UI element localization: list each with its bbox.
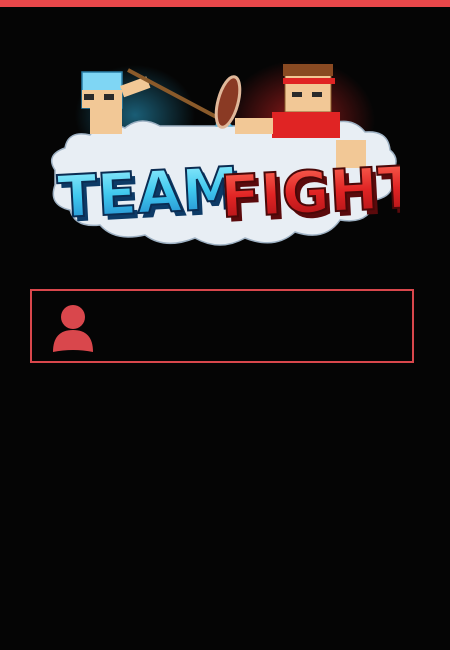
username-input[interactable]	[112, 303, 402, 349]
logo-word-fight: FIGHT	[219, 153, 400, 231]
top-accent-bar	[0, 0, 450, 7]
team-fight-logo: TEAM TEAM FIGHT FIGHT	[40, 60, 400, 265]
logo-word-team: TEAM	[56, 154, 241, 231]
user-icon	[51, 304, 95, 352]
team-fight-logo-art: TEAM TEAM FIGHT FIGHT	[50, 60, 400, 246]
username-field[interactable]	[30, 289, 414, 363]
